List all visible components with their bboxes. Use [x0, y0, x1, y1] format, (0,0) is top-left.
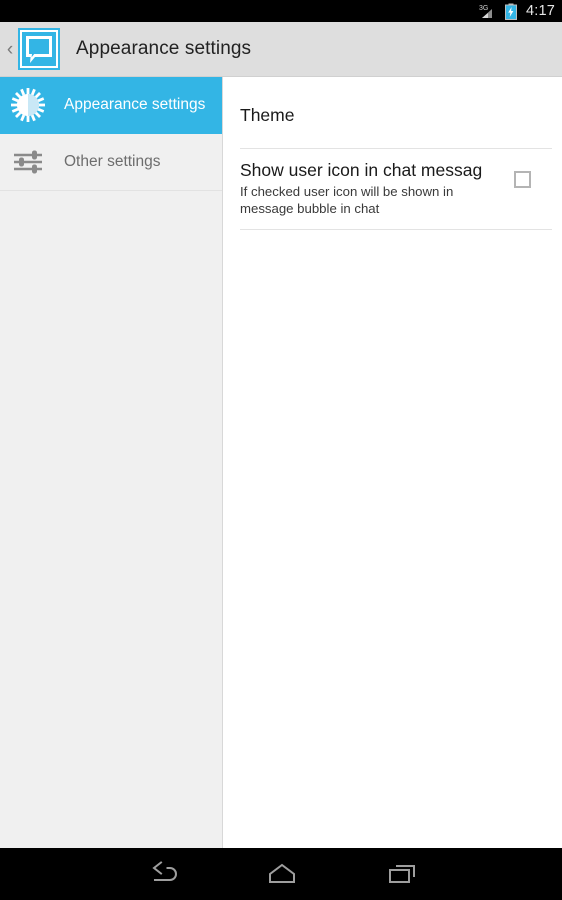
- back-arrow-icon: [145, 861, 179, 887]
- back-chevron-icon[interactable]: ‹: [2, 40, 18, 59]
- sidebar-item-label: Other settings: [64, 153, 161, 170]
- page-title: Appearance settings: [76, 38, 252, 59]
- preference-text: Show user icon in chat messag If checked…: [240, 159, 492, 217]
- recents-icon: [385, 861, 419, 887]
- nav-recents-button[interactable]: [342, 848, 462, 900]
- nav-back-button[interactable]: [102, 848, 222, 900]
- content-area: Appearance settings Other settings Theme…: [0, 77, 562, 848]
- svg-text:3G: 3G: [479, 5, 488, 12]
- home-icon: [265, 861, 299, 887]
- chat-bubble-icon[interactable]: [18, 28, 60, 70]
- battery-charging-icon: [504, 3, 517, 20]
- android-screen: 3G 4:17 ‹ Appearance settings Appearance…: [0, 0, 562, 900]
- status-time: 4:17: [525, 3, 555, 19]
- nav-home-button[interactable]: [222, 848, 342, 900]
- brightness-contrast-icon: [8, 85, 48, 125]
- preference-summary: If checked user icon will be shown in me…: [240, 184, 454, 216]
- sidebar-item-label: Appearance settings: [64, 96, 206, 113]
- preference-title: Show user icon in chat messag: [240, 160, 483, 180]
- signal-3g-icon: 3G: [479, 3, 499, 19]
- sidebar-item-other-settings[interactable]: Other settings: [0, 134, 222, 191]
- preference-row-show-user-icon[interactable]: Show user icon in chat messag If checked…: [240, 148, 552, 230]
- action-bar: ‹ Appearance settings: [0, 22, 562, 77]
- sliders-icon: [8, 142, 48, 182]
- show-user-icon-checkbox[interactable]: [513, 171, 531, 188]
- status-bar: 3G 4:17: [0, 0, 562, 22]
- system-navigation-bar: [0, 848, 562, 900]
- settings-sidebar: Appearance settings Other settings: [0, 77, 223, 848]
- status-icons: 3G 4:17: [479, 0, 555, 22]
- preference-widget: [492, 159, 552, 188]
- preferences-pane: Theme Show user icon in chat messag If c…: [223, 77, 562, 848]
- sidebar-item-appearance-settings[interactable]: Appearance settings: [0, 77, 222, 134]
- section-header-theme: Theme: [240, 105, 295, 125]
